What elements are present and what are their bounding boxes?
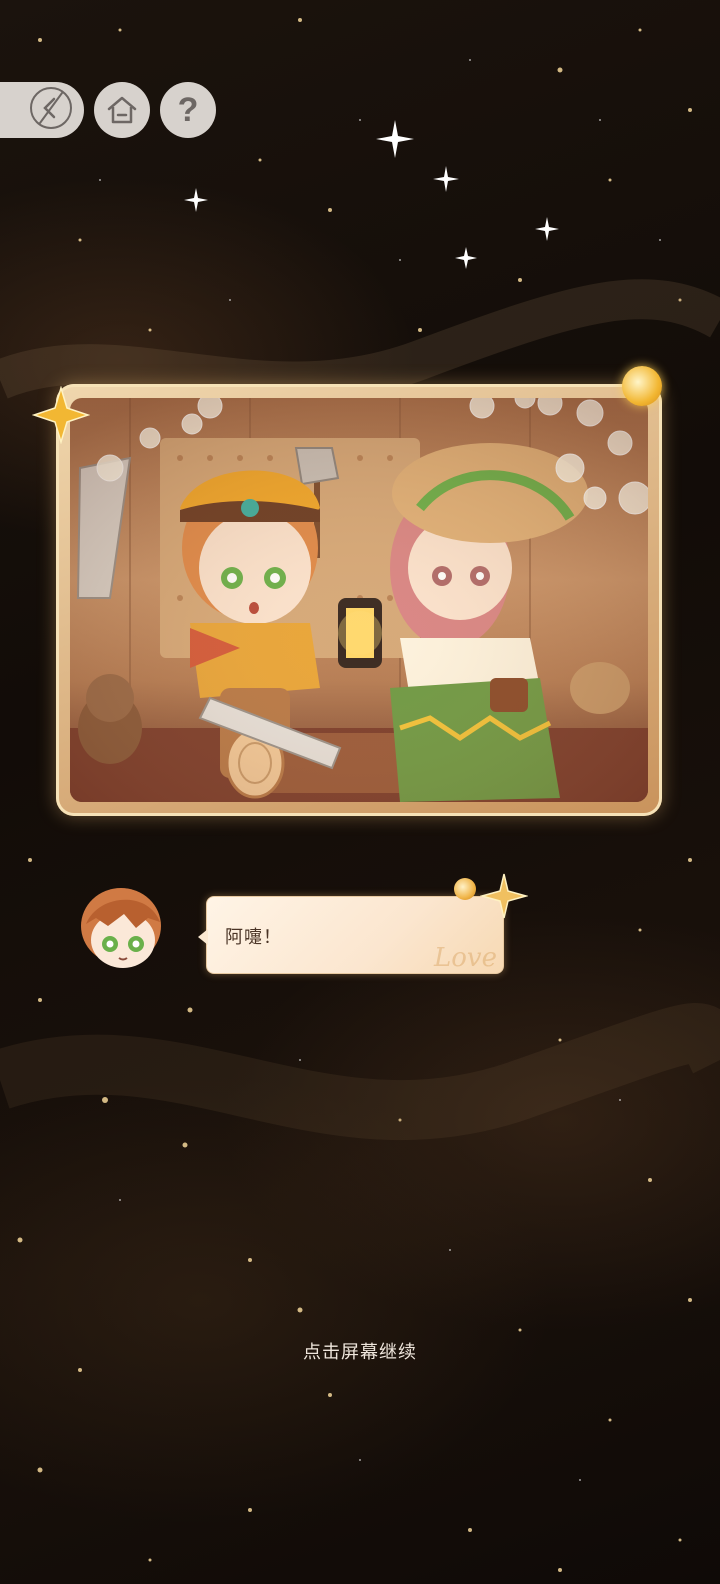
dialogue-bubble[interactable]: 阿嚏！ Love xyxy=(198,896,504,974)
story-illustration-card xyxy=(56,384,662,816)
back-arrow-icon xyxy=(30,87,72,129)
dialogue-text: 阿嚏！ xyxy=(225,927,282,948)
help-icon: ? xyxy=(177,90,199,129)
help-button[interactable]: ? xyxy=(160,82,216,138)
story-illustration xyxy=(70,398,648,802)
gold-orb-icon xyxy=(622,366,662,406)
speaker-avatar xyxy=(81,888,161,968)
dialogue-watermark: Love xyxy=(434,943,497,973)
bubble-orb-icon xyxy=(454,878,476,900)
back-button[interactable] xyxy=(0,82,84,138)
tap-to-continue-hint[interactable]: 点击屏幕继续 xyxy=(0,1338,720,1364)
bubble-star-icon xyxy=(480,873,528,919)
home-button[interactable] xyxy=(94,82,150,138)
home-icon xyxy=(107,96,137,124)
gold-star-icon xyxy=(32,386,90,444)
